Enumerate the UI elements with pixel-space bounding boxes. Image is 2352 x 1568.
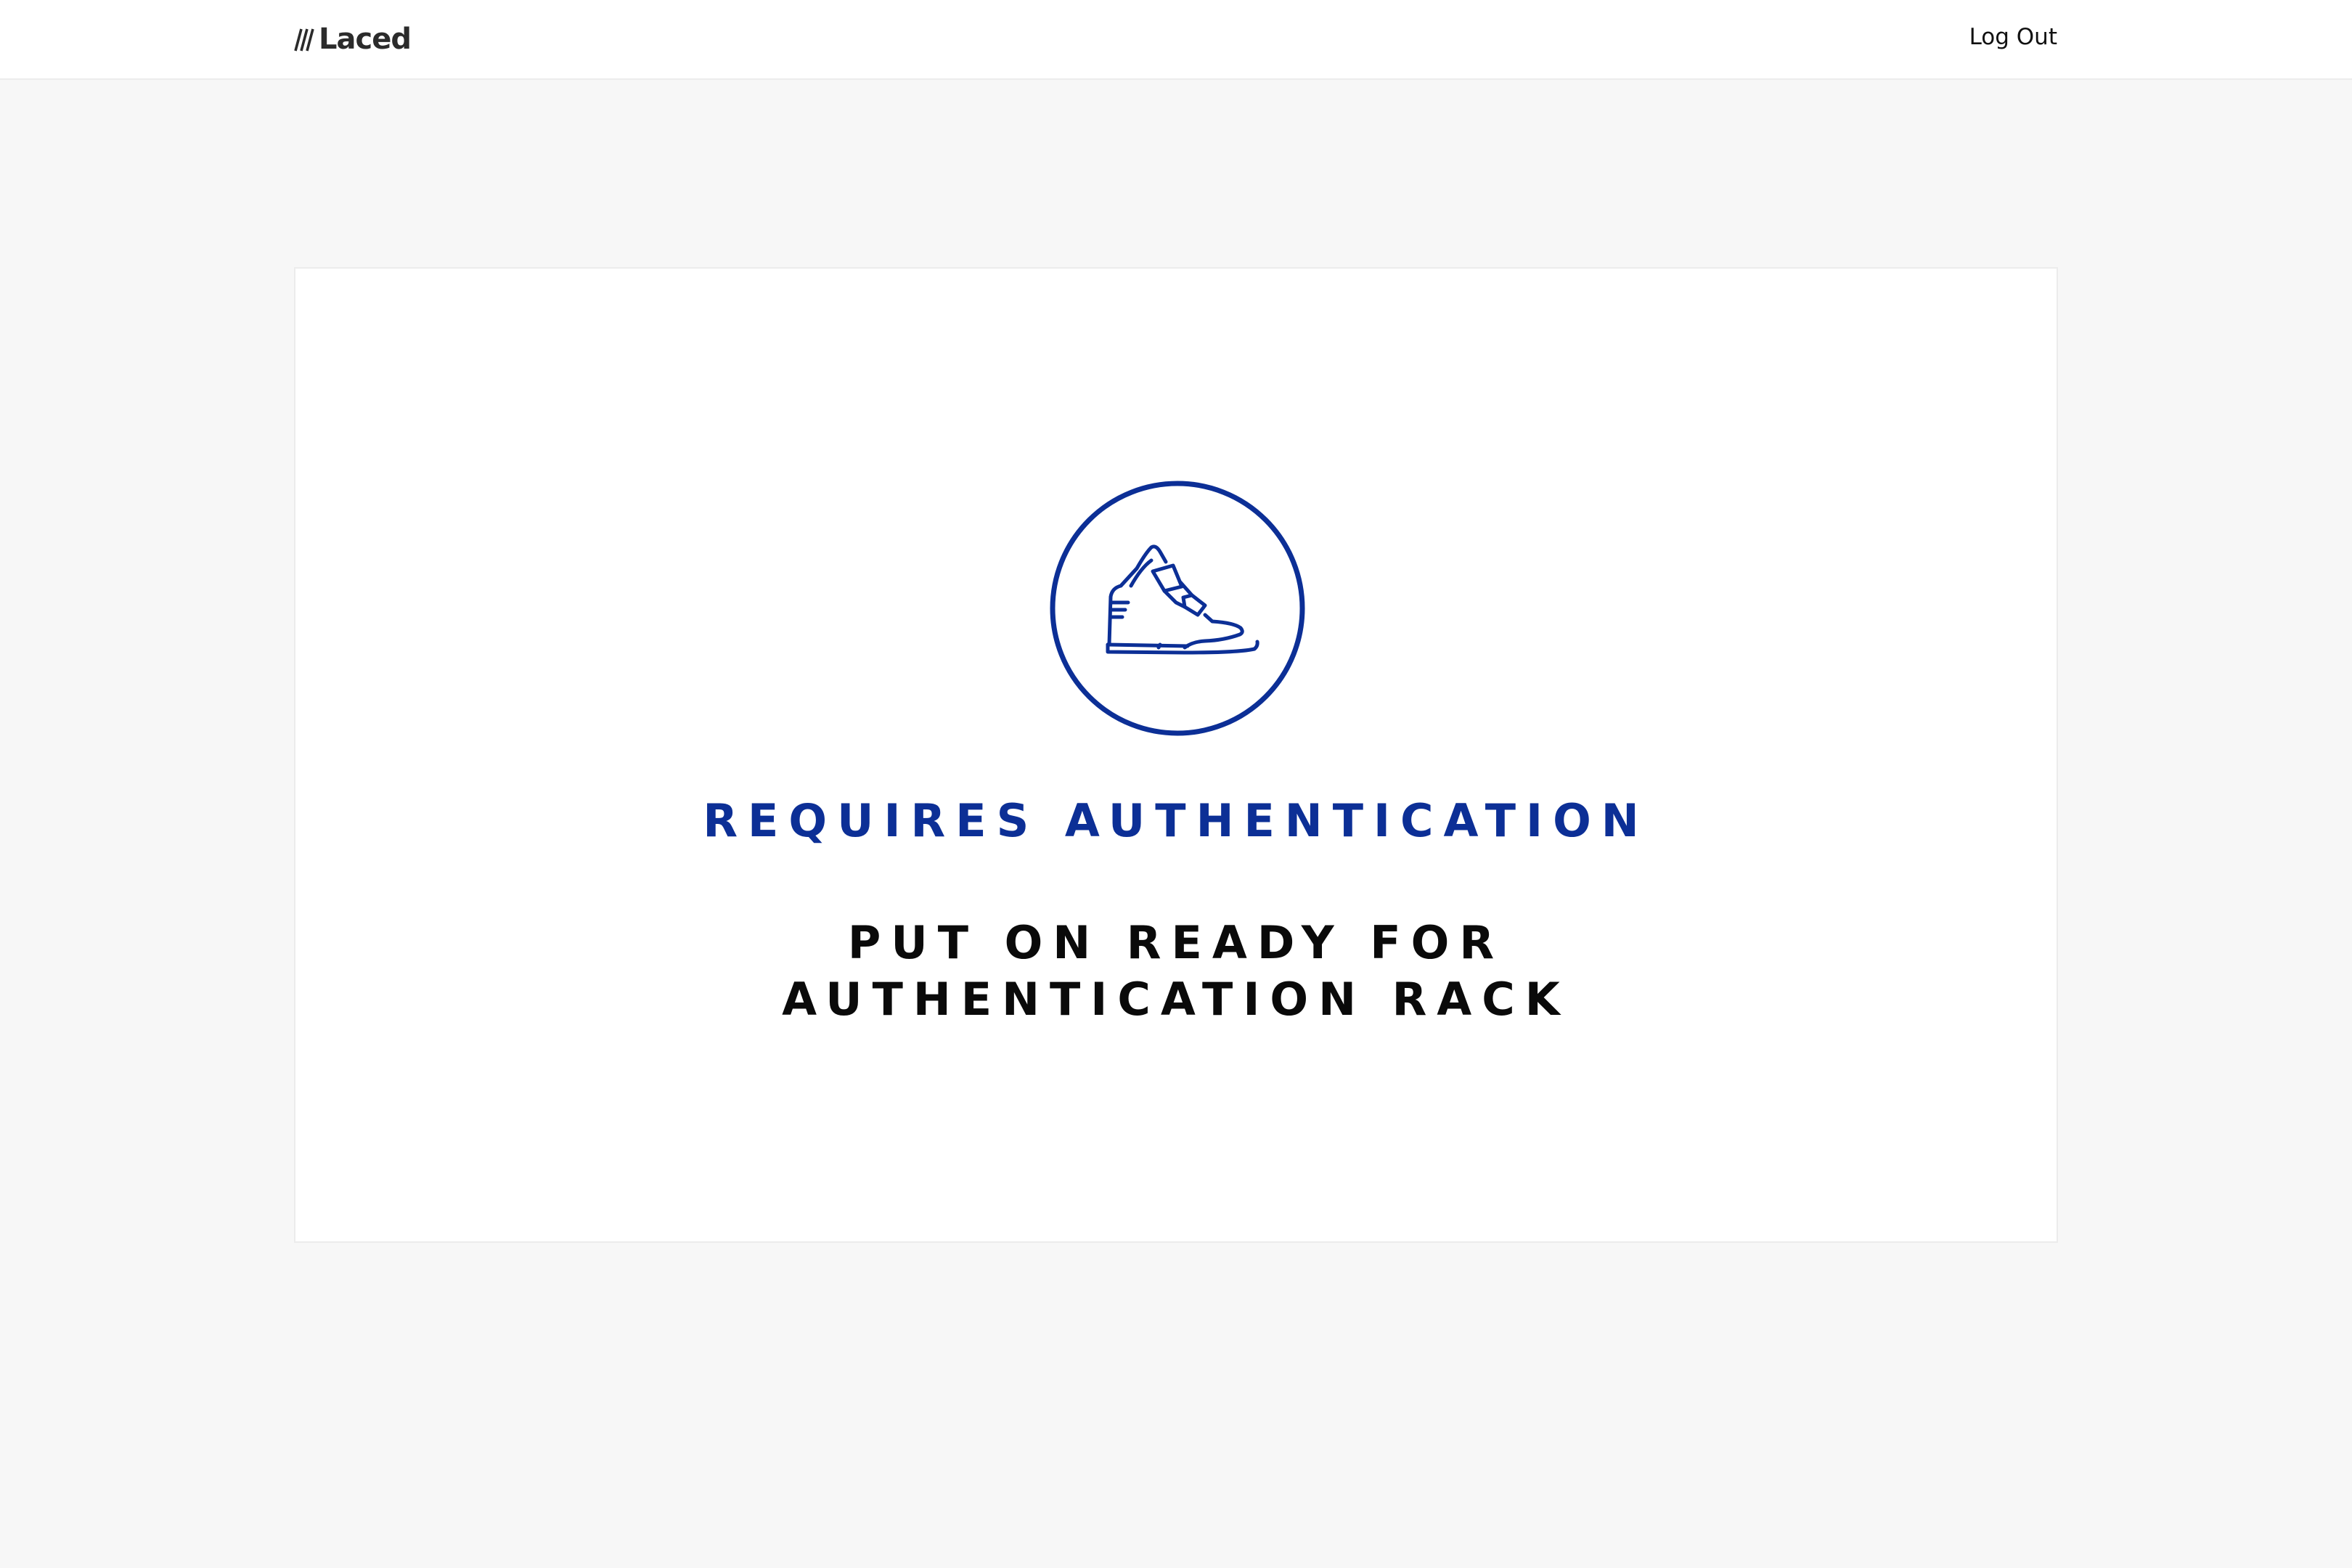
instruction-line: PUT ON READY FOR bbox=[847, 916, 1505, 969]
laced-logo-mark-icon bbox=[294, 28, 314, 52]
sneaker-icon bbox=[1050, 481, 1305, 736]
brand-name: Laced bbox=[319, 23, 412, 56]
instruction-line: AUTHENTICATION RACK bbox=[782, 973, 1570, 1026]
laced-logo[interactable]: Laced bbox=[293, 22, 412, 57]
status-card: REQUIRES AUTHENTICATION PUT ON READY FOR… bbox=[294, 267, 2058, 1243]
top-header: Laced Log Out bbox=[0, 0, 2352, 80]
instruction-text: PUT ON READY FOR AUTHENTICATION RACK bbox=[295, 915, 2057, 1028]
log-out-link[interactable]: Log Out bbox=[1969, 26, 2057, 49]
authentication-status-title: REQUIRES AUTHENTICATION bbox=[703, 794, 1649, 847]
